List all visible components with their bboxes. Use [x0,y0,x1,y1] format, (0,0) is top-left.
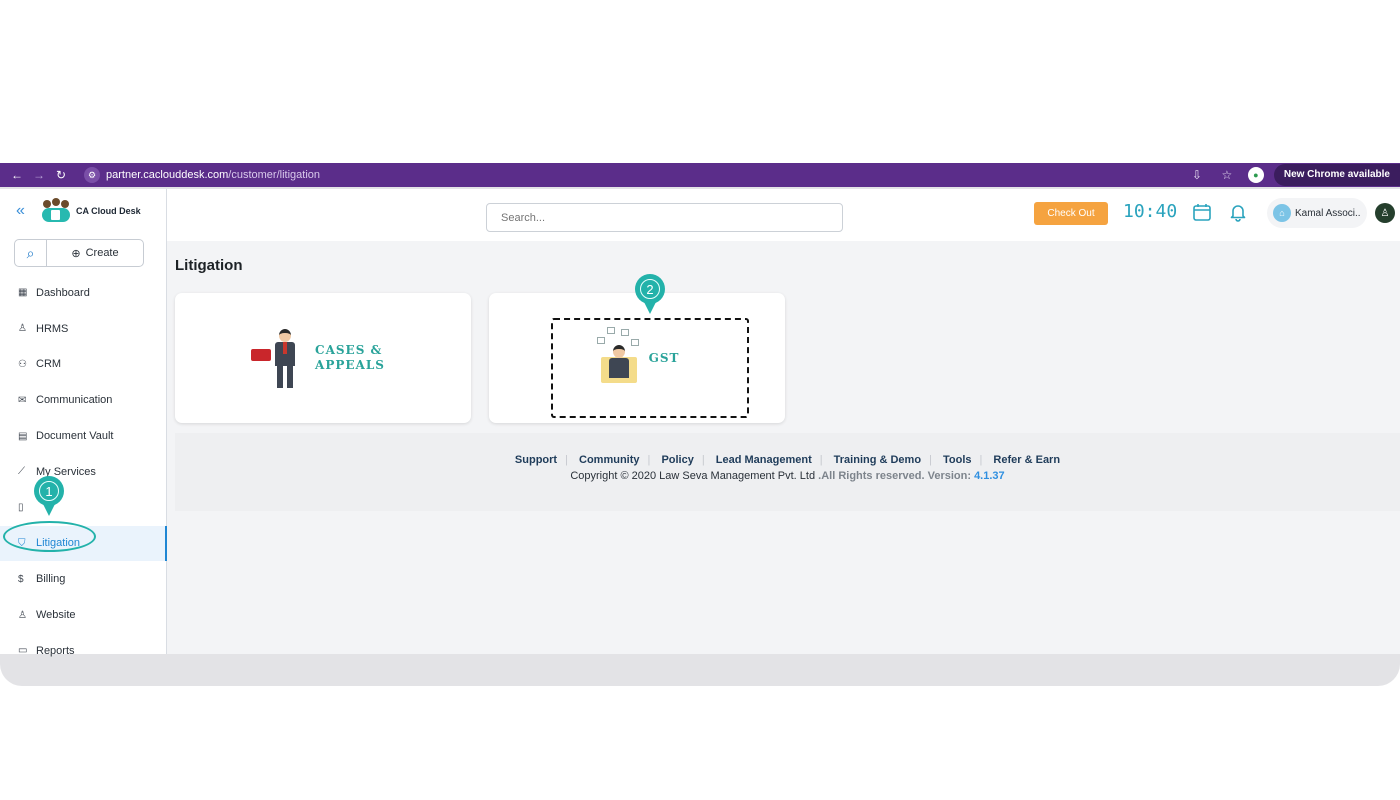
step-marker-1: 1 [34,476,64,520]
users-icon: ⚇ [18,358,27,370]
sidebar-menu: ▦ Dashboard ♙ HRMS ⚇ CRM ✉ Communication ▤ Do… [0,275,167,669]
create-button[interactable]: ⊕ Create [47,247,143,260]
collapse-sidebar-icon[interactable]: « [16,202,34,220]
image-icon: ▭ [18,645,28,657]
footer-link[interactable]: Refer & Earn [993,454,1060,466]
footer: Support | Community | Policy | Lead Managem… [175,433,1400,511]
card-label: CASES & APPEALS [315,343,385,372]
plus-circle-icon: ⊕ [71,247,81,260]
sidebar: « CA Cloud Desk ⌕ ⊕ Create ▦ Dashboard ♙ HR… [0,189,167,657]
page-title: Litigation [175,257,243,274]
footer-link[interactable]: Community [579,454,640,466]
user-icon: ♙ [18,323,27,335]
user-icon: ♙ [18,609,27,621]
footer-link[interactable]: Policy [661,454,693,466]
calendar-icon[interactable] [1192,202,1212,222]
footer-link[interactable]: Training & Demo [834,454,921,466]
back-icon[interactable]: ← [6,168,28,182]
sidebar-item-reports[interactable]: ▭ Reports [0,633,166,669]
sidebar-item-my-services[interactable]: ⟋ My Services [0,454,166,490]
footer-link[interactable]: Lead Management [716,454,812,466]
search-icon: ⌕ [26,244,35,261]
cases-appeals-card[interactable]: CASES & APPEALS [175,293,471,423]
sidebar-item-dashboard[interactable]: ▦ Dashboard [0,275,166,311]
top-bar: Check Out 10:40 ⌂Kamal Associ.. ♙ [167,189,1400,241]
reload-icon[interactable]: ↻ [50,168,72,182]
site-settings-icon[interactable]: ⚙ [84,167,100,183]
check-out-button[interactable]: Check Out [1034,202,1108,225]
browser-toolbar: ← → ↻ ⚙ partner.caclouddesk.com/customer… [0,163,1400,187]
search-create-group: ⌕ ⊕ Create [14,239,144,267]
footer-link[interactable]: Tools [943,454,972,466]
sidebar-item-communication[interactable]: ✉ Communication [0,382,166,418]
copyright: Copyright © 2020 Law Seva Management Pvt… [570,470,1005,482]
app-root: « CA Cloud Desk ⌕ ⊕ Create ▦ Dashboard ♙ HR… [0,189,1400,657]
forward-icon[interactable]: → [28,168,50,182]
step-marker-2: 2 [635,274,665,318]
sidebar-item-hidden[interactable]: ▯ [0,490,166,526]
brand: « CA Cloud Desk [0,189,166,233]
footer-link[interactable]: Support [515,454,557,466]
bank-icon: ⌂ [1273,204,1291,222]
mail-icon: ✉ [18,394,27,406]
search-input[interactable] [486,203,843,232]
highlight-box [551,318,749,418]
sidebar-item-hrms[interactable]: ♙ HRMS [0,311,166,347]
browser-window: ← → ↻ ⚙ partner.caclouddesk.com/customer… [0,163,1400,686]
highlight-ring [3,521,96,552]
bell-icon[interactable] [1228,202,1248,222]
sidebar-item-billing[interactable]: $ Billing [0,561,166,597]
brand-logo-icon [40,198,72,224]
sidebar-item-website[interactable]: ♙ Website [0,597,166,633]
document-icon: ▤ [18,430,28,442]
chrome-update-button[interactable]: New Chrome available [1273,164,1400,186]
clock: 10:40 [1123,201,1178,222]
sidebar-item-document-vault[interactable]: ▤ Document Vault [0,418,166,454]
cases-illustration-icon [251,327,307,389]
sidebar-search-button[interactable]: ⌕ [15,240,47,266]
footer-links: Support | Community | Policy | Lead Managem… [514,454,1061,466]
user-menu[interactable]: ⌂ Kamal Associ.. [1267,198,1367,228]
main-content: Litigation CASES & APPEALS GST Support |… [167,241,1400,654]
sidebar-item-crm[interactable]: ⚇ CRM [0,347,166,383]
bookmark-star-icon[interactable]: ☆ [1212,168,1242,182]
address-bar[interactable]: partner.caclouddesk.com/customer/litigat… [106,169,320,181]
dollar-icon: $ [18,573,24,585]
profile-icon[interactable]: ● [1247,167,1264,183]
install-icon[interactable]: ⇩ [1182,168,1212,182]
grid-icon: ▦ [18,287,28,299]
brand-name: CA Cloud Desk [76,206,141,216]
avatar[interactable]: ♙ [1375,203,1395,223]
